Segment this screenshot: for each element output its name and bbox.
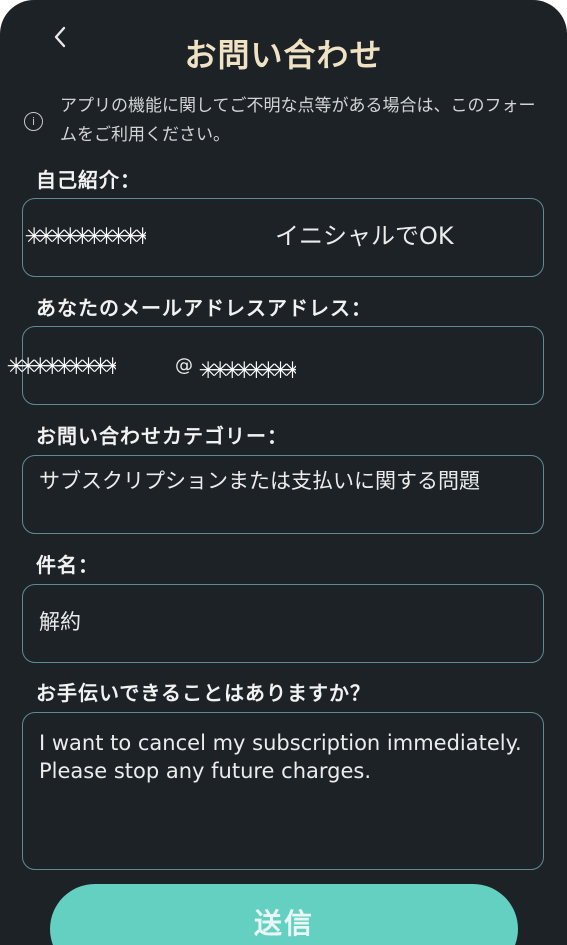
message-value: I want to cancel my subscription immedia…: [39, 731, 522, 783]
intro-field[interactable]: ✳✳✳✳✳✳✳✳✳✳ イニシャルでOK: [22, 198, 544, 277]
message-label: お手伝いできることはありますか？: [36, 681, 371, 705]
category-value: サブスクリプションまたは支払いに関する問題: [39, 469, 480, 493]
info-icon: i: [24, 112, 43, 131]
subject-label: 件名：: [36, 553, 99, 577]
subject-field[interactable]: 解約: [22, 584, 544, 663]
redaction-scribble: ✳✳✳✳✳✳✳✳✳✳: [25, 217, 146, 252]
email-label: あなたのメールアドレスアドレス：: [36, 296, 372, 320]
category-label: お問い合わせカテゴリー：: [36, 424, 288, 448]
submit-button[interactable]: 送信: [50, 884, 518, 945]
contact-form-screen: お問い合わせ i アプリの機能に関してご不明な点等がある場合は、このフォームをご…: [0, 0, 567, 945]
page-title: お問い合わせ: [184, 36, 383, 74]
intro-value: イニシャルでOK: [275, 222, 454, 250]
email-field[interactable]: ✳✳✳✳✳✳✳✳✳ @ ✳✳✳✳✳✳✳✳: [7, 326, 544, 405]
redaction-scribble: ✳✳✳✳✳✳✳✳✳: [7, 347, 116, 382]
intro-label: 自己紹介：: [36, 168, 141, 192]
info-text: アプリの機能に関してご不明な点等がある場合は、このフォームをご利用ください。: [60, 96, 536, 145]
subject-value: 解約: [39, 610, 81, 634]
category-select[interactable]: サブスクリプションまたは支払いに関する問題: [22, 455, 544, 534]
redaction-scribble: ✳✳✳✳✳✳✳✳: [199, 351, 296, 386]
message-textarea[interactable]: I want to cancel my subscription immedia…: [22, 712, 544, 870]
